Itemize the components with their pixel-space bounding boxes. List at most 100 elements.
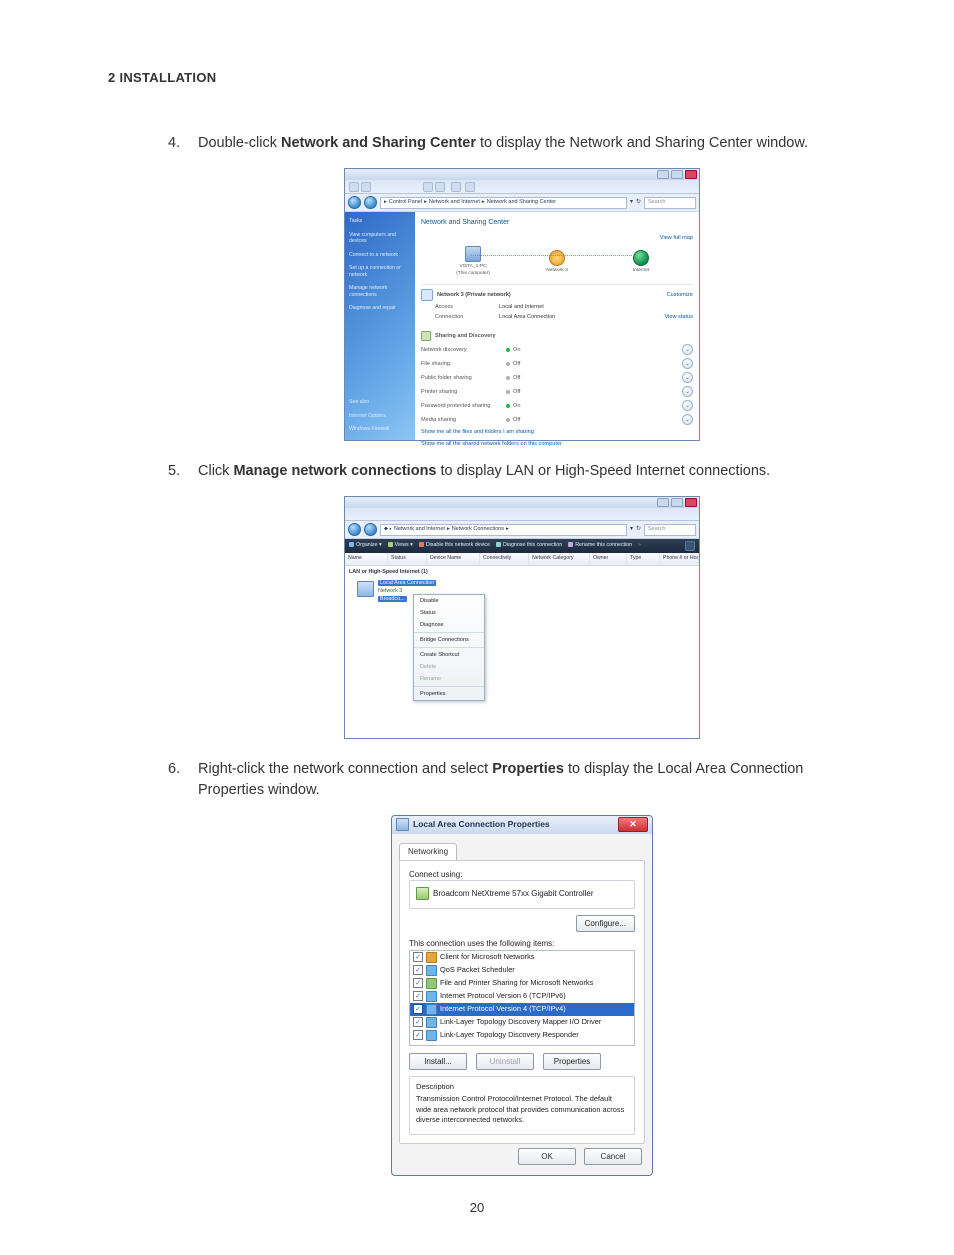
col[interactable]: Owner [590, 553, 627, 565]
customize-link[interactable]: Customize [667, 291, 693, 299]
adapter-name: Broadcom NetXtreme 57xx Gigabit Controll… [433, 888, 594, 900]
show-files-link[interactable]: Show me all the files and folders I am s… [421, 428, 693, 436]
menu-item-create-shortcut[interactable]: Create Shortcut [414, 649, 484, 661]
expand-button[interactable]: ⌄ [682, 414, 693, 425]
breadcrumb[interactable]: Network and Internet [429, 199, 480, 207]
checkbox[interactable]: ✓ [413, 952, 423, 962]
close-button[interactable]: ✕ [618, 817, 648, 832]
help-icon[interactable] [685, 541, 695, 551]
toolbar-icon [451, 182, 461, 192]
computer-icon [465, 246, 481, 262]
toolbar-item-views[interactable]: Views ▾ [388, 542, 413, 550]
protocol-item[interactable]: ✓Client for Microsoft Networks [410, 951, 634, 964]
forward-button[interactable] [364, 523, 377, 536]
protocol-label: Link-Layer Topology Discovery Mapper I/O… [440, 1017, 601, 1028]
forward-button[interactable] [364, 196, 377, 209]
protocol-item[interactable]: ✓File and Printer Sharing for Microsoft … [410, 977, 634, 990]
col[interactable]: Name [345, 553, 388, 565]
toolbar-item-disable[interactable]: Disable this network device [419, 542, 490, 550]
protocol-item[interactable]: ✓QoS Packet Scheduler [410, 964, 634, 977]
maximize-button[interactable] [671, 498, 683, 507]
back-button[interactable] [348, 196, 361, 209]
breadcrumb[interactable]: Network Connections [452, 526, 504, 534]
checkbox[interactable]: ✓ [413, 991, 423, 1001]
expand-button[interactable]: ⌄ [682, 386, 693, 397]
glass-toolbar [345, 180, 699, 194]
checkbox[interactable]: ✓ [413, 1030, 423, 1040]
protocol-item[interactable]: ✓ Internet Protocol Version 6 (TCP/IPv6) [410, 990, 634, 1003]
menu-item-bridge[interactable]: Bridge Connections [414, 634, 484, 646]
install-button[interactable]: Install... [409, 1053, 467, 1070]
sidebar-item[interactable]: View computers and devices [349, 232, 411, 245]
step-5: 5. Click Manage network connections to d… [108, 461, 846, 739]
sharing-label: Public folder sharing [421, 374, 506, 382]
sidebar-item[interactable]: Connect to a network [349, 252, 411, 259]
address-bar[interactable]: ▸ Control Panel▸ Network and Internet▸ N… [380, 197, 627, 209]
configure-button[interactable]: Configure... [576, 915, 635, 932]
maximize-button[interactable] [671, 170, 683, 179]
component-icon [426, 978, 437, 989]
search-input[interactable]: Search [644, 197, 696, 209]
sidebar-item[interactable]: Windows Firewall [349, 426, 411, 434]
menu-item-disable[interactable]: Disable [414, 595, 484, 607]
checkbox[interactable]: ✓ [413, 965, 423, 975]
sidebar-item[interactable]: Internet Options [349, 413, 411, 421]
protocol-item[interactable]: ✓Link-Layer Topology Discovery Responder [410, 1029, 634, 1042]
menu-item-diagnose[interactable]: Diagnose [414, 619, 484, 631]
col[interactable]: Type [627, 553, 660, 565]
menu-item-properties[interactable]: Properties [414, 688, 484, 700]
sidebar-item[interactable]: Set up a connection or network [349, 265, 411, 278]
step-4: 4. Double-click Network and Sharing Cent… [108, 133, 846, 441]
view-full-map-link[interactable]: View full map [660, 234, 693, 242]
status-dot-icon [506, 404, 510, 408]
step-6-text-pre: Right-click the network connection and s… [198, 761, 492, 777]
expand-button[interactable]: ⌄ [682, 372, 693, 383]
protocol-label: Internet Protocol Version 6 (TCP/IPv6) [440, 991, 566, 1002]
ok-button[interactable]: OK [518, 1148, 576, 1165]
back-button[interactable] [348, 523, 361, 536]
protocol-item[interactable]: ✓ Internet Protocol Version 4 (TCP/IPv4) [410, 1003, 634, 1016]
toolbar-item-organize[interactable]: Organize ▾ [349, 542, 382, 550]
step-4-text-pre: Double-click [198, 135, 281, 151]
group-header: LAN or High-Speed Internet (1) [345, 566, 699, 580]
col[interactable]: Status [388, 553, 427, 565]
checkbox[interactable]: ✓ [413, 978, 423, 988]
protocol-label: Internet Protocol Version 4 (TCP/IPv4) [440, 1004, 566, 1015]
col[interactable]: Device Name [427, 553, 480, 565]
home-network-icon[interactable] [421, 289, 433, 301]
checkbox[interactable]: ✓ [413, 1004, 423, 1014]
breadcrumb[interactable]: Network and Sharing Center [487, 199, 556, 207]
checkbox[interactable]: ✓ [413, 1017, 423, 1027]
protocol-list[interactable]: ✓Client for Microsoft Networks✓QoS Packe… [409, 950, 635, 1046]
expand-button[interactable]: ⌄ [682, 400, 693, 411]
tasks-sidebar: Tasks View computers and devices Connect… [345, 212, 415, 440]
sidebar-item[interactable]: Manage network connections [349, 285, 411, 298]
protocol-item[interactable]: ✓ Link-Layer Topology Discovery Mapper I/… [410, 1016, 634, 1029]
close-button[interactable] [685, 498, 697, 507]
address-bar[interactable]: ⬥ ▸ Network and Internet▸ Network Connec… [380, 524, 627, 536]
close-button[interactable] [685, 170, 697, 179]
col[interactable]: Phone # or Host Address [660, 553, 699, 565]
show-folders-link[interactable]: Show me all the shared network folders o… [421, 440, 693, 448]
expand-button[interactable]: ⌄ [682, 358, 693, 369]
minimize-button[interactable] [657, 170, 669, 179]
col[interactable]: Network Category [529, 553, 590, 565]
col[interactable]: Connectivity [480, 553, 529, 565]
tab-networking[interactable]: Networking [399, 843, 457, 861]
breadcrumb[interactable]: Control Panel [389, 199, 422, 207]
cancel-button[interactable]: Cancel [584, 1148, 642, 1165]
toolbar-item-rename[interactable]: Rename this connection [568, 542, 632, 550]
menu-item-status[interactable]: Status [414, 607, 484, 619]
view-status-link[interactable]: View status [664, 313, 693, 321]
minimize-button[interactable] [657, 498, 669, 507]
network-map: VISTA_1-PC(This computer) Network 3 Inte… [431, 246, 683, 278]
toolbar-item-diagnose[interactable]: Diagnose this connection [496, 542, 562, 550]
sidebar-item[interactable]: Diagnose and repair [349, 305, 411, 312]
breadcrumb[interactable]: Network and Internet [394, 526, 445, 534]
uninstall-button: Uninstall [476, 1053, 534, 1070]
expand-button[interactable]: ⌄ [682, 344, 693, 355]
search-input[interactable]: Search [644, 524, 696, 536]
step-5-text-post: to display LAN or High-Speed Internet co… [437, 463, 771, 479]
properties-button[interactable]: Properties [543, 1053, 601, 1070]
window-titlebar [345, 497, 699, 508]
